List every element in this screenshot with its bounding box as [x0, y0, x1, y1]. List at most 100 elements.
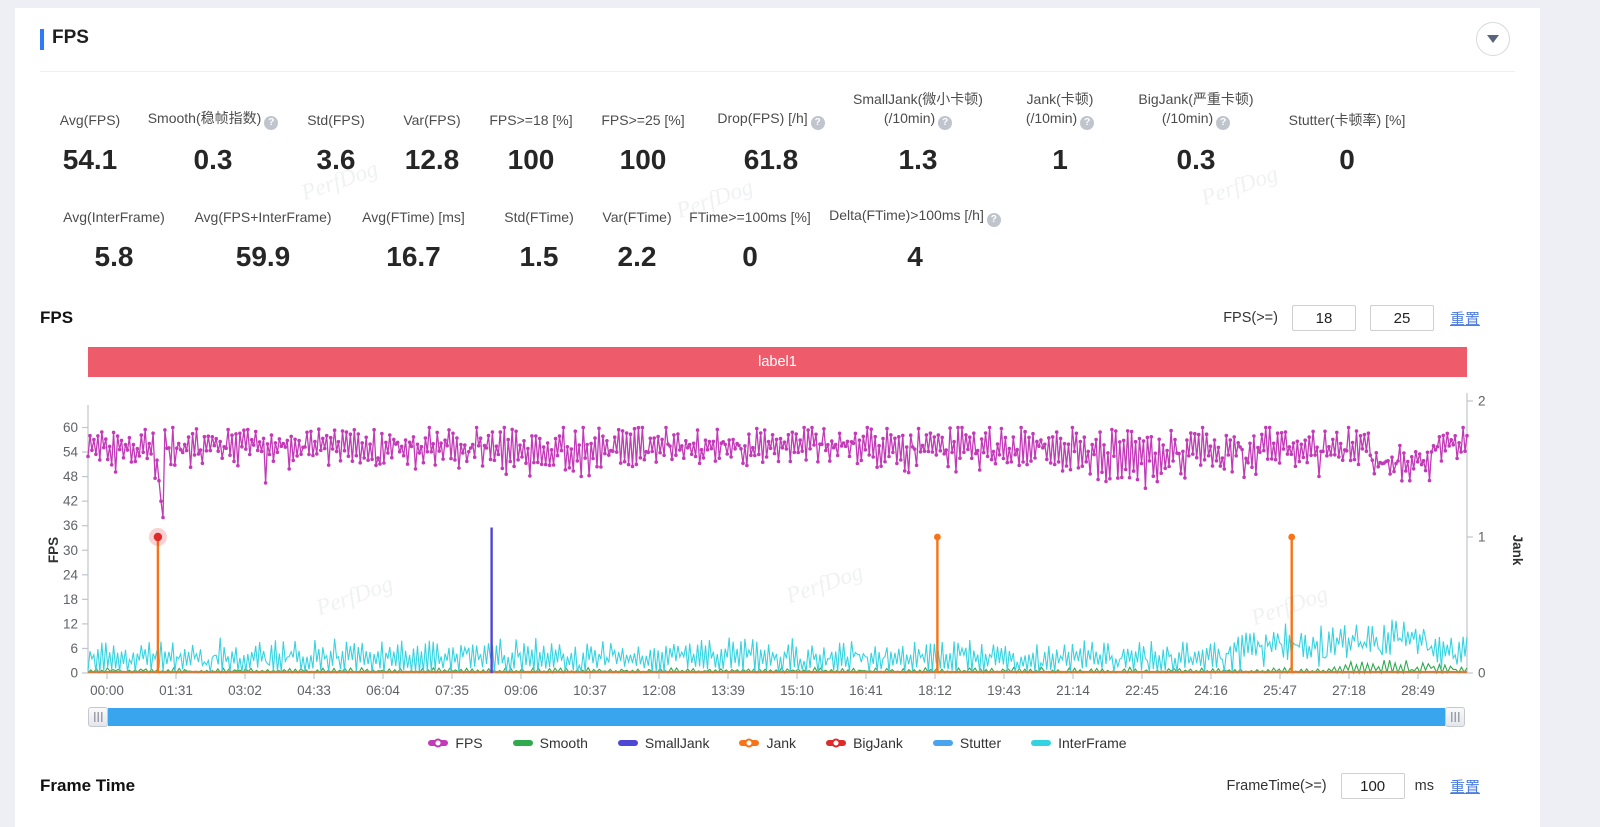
fps-chart[interactable]: 0612182430364248546001200:0001:3103:0204…: [15, 385, 1540, 700]
svg-text:18:12: 18:12: [918, 683, 952, 698]
legend-label: SmallJank: [645, 735, 710, 751]
metric-row1-6: Drop(FPS) [/h]?61.8: [702, 109, 840, 176]
metric-label: BigJank(严重卡顿)(/10min)?: [1138, 90, 1253, 130]
frametime-threshold-input[interactable]: [1341, 773, 1405, 799]
svg-text:19:43: 19:43: [987, 683, 1021, 698]
metric-value: 61.8: [744, 144, 799, 176]
svg-text:0: 0: [70, 666, 78, 681]
metric-row2-3: Std(FTime)1.5: [489, 208, 589, 273]
svg-text:15:10: 15:10: [780, 683, 814, 698]
svg-text:16:41: 16:41: [849, 683, 883, 698]
svg-text:0: 0: [1478, 666, 1486, 681]
legend-label: Smooth: [540, 735, 588, 751]
metric-row2-4: Var(FTime)2.2: [589, 208, 685, 273]
help-icon[interactable]: ?: [264, 116, 278, 130]
svg-text:54: 54: [63, 445, 79, 460]
metric-value: 0: [742, 241, 758, 273]
metric-row1-3: Var(FPS) 12.8: [386, 111, 478, 176]
svg-text:03:02: 03:02: [228, 683, 262, 698]
grip-icon: [94, 712, 103, 722]
fps-panel: FPS Avg(FPS)54.1Smooth(稳帧指数)?0.3Std(FPS)…: [15, 8, 1540, 827]
svg-text:12:08: 12:08: [642, 683, 676, 698]
svg-text:FPS: FPS: [46, 537, 61, 563]
metric-value: 12.8: [405, 144, 460, 176]
metric-value: 100: [620, 144, 667, 176]
legend-item-fps[interactable]: FPS: [428, 735, 482, 751]
frametime-reset-link[interactable]: 重置: [1450, 776, 1480, 797]
svg-text:27:18: 27:18: [1332, 683, 1366, 698]
help-icon[interactable]: ?: [811, 116, 825, 130]
metric-label: FTime>=100ms [%]: [689, 208, 811, 227]
legend-item-smooth[interactable]: Smooth: [513, 735, 588, 751]
metric-row2-5: FTime>=100ms [%] 0: [685, 208, 815, 273]
fps-threshold-label: FPS(>=): [1223, 310, 1278, 326]
frametime-threshold-filter: FrameTime(>=) ms 重置: [1226, 773, 1480, 799]
svg-text:Jank: Jank: [1510, 535, 1525, 566]
metric-label: SmallJank(微小卡顿)(/10min)?: [853, 90, 983, 130]
help-icon[interactable]: ?: [987, 213, 1001, 227]
svg-text:13:39: 13:39: [711, 683, 745, 698]
metric-row1-0: Avg(FPS) 54.1: [40, 111, 140, 176]
svg-text:36: 36: [63, 518, 78, 533]
svg-text:60: 60: [63, 420, 78, 435]
legend-item-stutter[interactable]: Stutter: [933, 735, 1001, 751]
svg-text:2: 2: [1478, 394, 1486, 409]
metric-value: 0.3: [194, 144, 233, 176]
metric-value: 1.3: [899, 144, 938, 176]
legend-marker: [1031, 740, 1051, 746]
panel-title: FPS: [52, 27, 89, 49]
help-icon[interactable]: ?: [1080, 116, 1094, 130]
collapse-button[interactable]: [1476, 22, 1510, 56]
frametime-threshold-label: FrameTime(>=): [1226, 778, 1326, 794]
chart-scrollbar-track[interactable]: [108, 708, 1445, 726]
chart-scrollbar: [88, 707, 1465, 727]
metric-row1-10: Stutter(卡顿率) [%]0: [1268, 111, 1426, 176]
metric-label: Var(FPS): [403, 111, 460, 130]
legend-marker: [618, 740, 638, 746]
metric-row1-1: Smooth(稳帧指数)?0.3: [140, 109, 286, 176]
metric-value: 54.1: [63, 144, 118, 176]
svg-text:10:37: 10:37: [573, 683, 607, 698]
metric-label: Jank(卡顿)(/10min)?: [1026, 90, 1094, 130]
metric-row1-4: FPS>=18 [%]100: [478, 111, 584, 176]
svg-text:18: 18: [63, 592, 78, 607]
svg-text:28:49: 28:49: [1401, 683, 1435, 698]
svg-text:6: 6: [70, 641, 78, 656]
legend-marker: [933, 740, 953, 746]
svg-text:06:04: 06:04: [366, 683, 400, 698]
svg-text:07:35: 07:35: [435, 683, 469, 698]
legend-label: InterFrame: [1058, 735, 1126, 751]
frame-time-section-title: Frame Time: [40, 776, 135, 796]
scrollbar-right-handle[interactable]: [1445, 707, 1465, 727]
metric-label: Avg(FPS): [60, 111, 120, 130]
title-accent-bar: [40, 29, 44, 50]
metric-value: 0.3: [1177, 144, 1216, 176]
metric-label: Std(FTime): [504, 208, 573, 227]
svg-text:24: 24: [63, 567, 79, 582]
svg-text:1: 1: [1478, 530, 1486, 545]
metric-label: Var(FTime): [602, 208, 671, 227]
help-icon[interactable]: ?: [1216, 116, 1230, 130]
help-icon[interactable]: ?: [938, 116, 952, 130]
fps-chart-section-title: FPS: [40, 308, 73, 328]
svg-text:22:45: 22:45: [1125, 683, 1159, 698]
legend-item-smalljank[interactable]: SmallJank: [618, 735, 710, 751]
metric-row1-7: SmallJank(微小卡顿)(/10min)? 1.3: [840, 90, 996, 176]
metric-row1-5: FPS>=25 [%]100: [584, 111, 702, 176]
legend-item-bigjank[interactable]: BigJank: [826, 735, 903, 751]
svg-text:12: 12: [63, 616, 78, 631]
svg-text:09:06: 09:06: [504, 683, 538, 698]
chart-annotation-banner: label1: [88, 347, 1467, 377]
frametime-unit: ms: [1415, 778, 1434, 794]
legend-label: BigJank: [853, 735, 903, 751]
svg-text:42: 42: [63, 494, 78, 509]
legend-label: Jank: [766, 735, 796, 751]
fps-threshold-input-2[interactable]: [1370, 305, 1434, 331]
fps-reset-link[interactable]: 重置: [1450, 308, 1480, 329]
fps-threshold-input-1[interactable]: [1292, 305, 1356, 331]
legend-item-jank[interactable]: Jank: [739, 735, 796, 751]
metric-value: 100: [508, 144, 555, 176]
svg-text:25:47: 25:47: [1263, 683, 1297, 698]
legend-item-interframe[interactable]: InterFrame: [1031, 735, 1126, 751]
scrollbar-left-handle[interactable]: [88, 707, 108, 727]
